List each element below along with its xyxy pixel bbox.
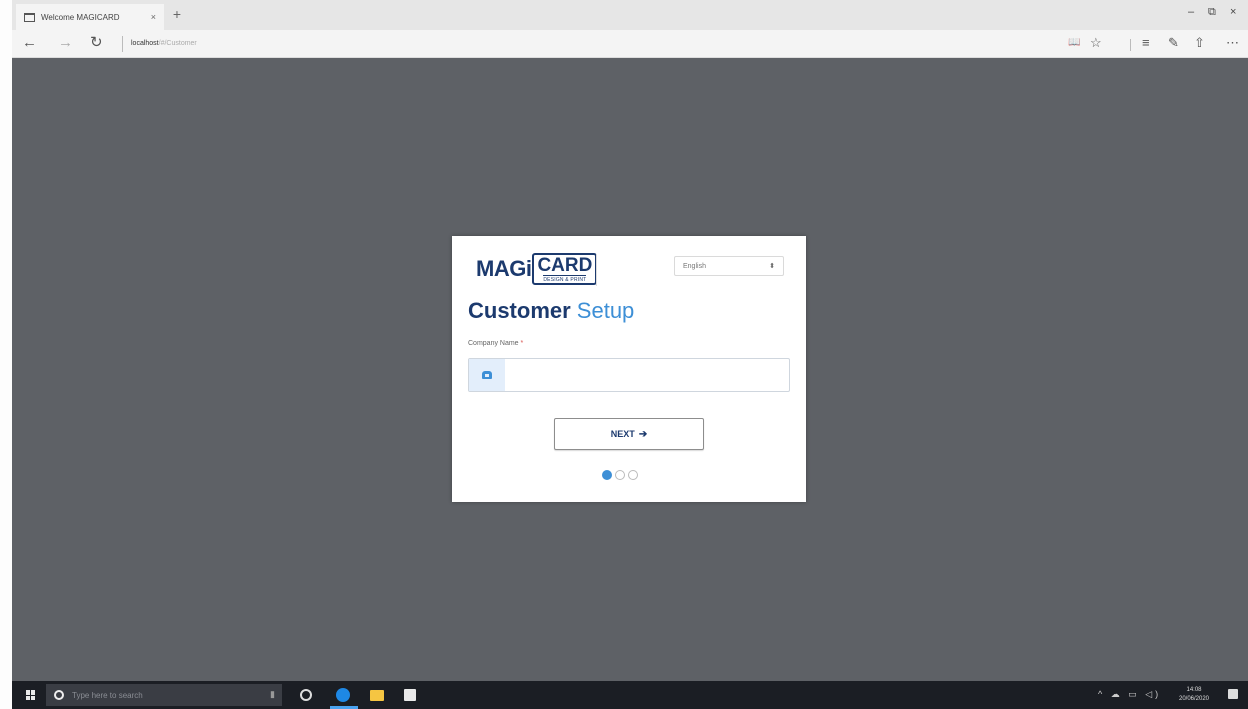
browser-window: Welcome MAGICARD × + – ⧉ × ← → ↻ localho… (12, 0, 1248, 709)
forward-button[interactable]: → (58, 35, 73, 51)
clock-date: 20/06/2020 (1178, 696, 1210, 702)
refresh-button[interactable]: ↻ (90, 35, 103, 51)
web-note-icon[interactable]: ✎ (1168, 35, 1179, 51)
step-indicator (602, 470, 638, 480)
toolbar-divider (1130, 39, 1131, 51)
hub-icon[interactable]: ≡ (1142, 35, 1150, 51)
share-icon[interactable]: ⇧ (1194, 35, 1205, 51)
notification-icon[interactable] (1228, 689, 1238, 699)
company-name-label-text: Company Name (468, 340, 519, 347)
language-value: English (683, 262, 706, 270)
magicard-logo: MAGi CARD DESIGN & PRINT (476, 248, 598, 290)
maximize-button[interactable]: ⧉ (1208, 6, 1216, 19)
logo-subtitle: DESIGN & PRINT (543, 275, 587, 283)
title-bold: Customer (468, 298, 571, 323)
required-asterisk: * (520, 340, 524, 347)
windows-start-icon[interactable] (26, 690, 36, 700)
customer-setup-card: MAGi CARD DESIGN & PRINT English ⬍ Custo… (452, 236, 806, 502)
taskbar-clock[interactable]: 14:08 20/06/2020 (1174, 686, 1214, 704)
logo-magi-text: MAGi (476, 256, 532, 281)
microphone-icon[interactable]: ▮ (270, 689, 275, 700)
more-icon[interactable]: ⋯ (1226, 35, 1239, 51)
language-select[interactable]: English ⬍ (674, 256, 784, 276)
page-icon (24, 12, 35, 22)
system-tray-icons[interactable]: ^ ☁ ▭ ◁) (1098, 689, 1161, 700)
step-dot-3 (628, 470, 638, 480)
next-button-label: NEXT (610, 429, 635, 439)
page-content: MAGi CARD DESIGN & PRINT English ⬍ Custo… (12, 58, 1248, 681)
taskbar-search-box[interactable]: Type here to search (46, 684, 282, 706)
page-title: Customer Setup (468, 298, 634, 324)
file-explorer-icon[interactable] (370, 690, 384, 701)
minimize-button[interactable]: – (1188, 6, 1194, 18)
close-window-button[interactable]: × (1230, 6, 1236, 18)
url-host: localhost (131, 40, 159, 47)
logo-card-text: CARD (537, 255, 593, 276)
select-arrow-icon: ⬍ (769, 263, 775, 270)
input-addon (469, 359, 505, 391)
title-light: Setup (570, 298, 635, 323)
new-tab-button[interactable]: + (168, 6, 186, 24)
reading-view-icon[interactable]: 📖 (1068, 35, 1080, 51)
cortana-icon (54, 690, 64, 700)
tab-close-icon[interactable]: × (151, 12, 156, 22)
company-name-input[interactable] (505, 359, 789, 391)
company-name-label: Company Name * (468, 340, 523, 347)
url-path: /#/Customer (158, 40, 197, 47)
search-placeholder: Type here to search (72, 690, 143, 700)
edge-browser-icon[interactable] (336, 688, 350, 702)
step-dot-1 (602, 470, 612, 480)
logo-card-box: CARD DESIGN & PRINT (532, 253, 598, 285)
step-dot-2 (615, 470, 625, 480)
windows-taskbar: Type here to search ▮ ^ ☁ ▭ ◁) 14:08 20/… (12, 681, 1248, 709)
next-button[interactable]: NEXT ➔ (554, 418, 704, 450)
clock-time: 14:08 (1186, 687, 1202, 693)
back-button[interactable]: ← (22, 35, 37, 51)
building-icon (482, 371, 492, 379)
url-field[interactable]: localhost/#/Customer (122, 36, 1062, 52)
company-name-input-group (468, 358, 790, 392)
store-icon[interactable] (404, 689, 416, 701)
task-view-icon[interactable] (300, 689, 312, 701)
favorite-star-icon[interactable]: ☆ (1090, 35, 1102, 51)
tab-welcome[interactable]: Welcome MAGICARD × (16, 4, 164, 30)
arrow-right-icon: ➔ (638, 428, 648, 440)
tab-bar: Welcome MAGICARD × + – ⧉ × (12, 0, 1248, 30)
logo-divider (596, 254, 597, 286)
address-bar-row: ← → ↻ localhost/#/Customer 📖 ☆ ≡ ✎ ⇧ ⋯ (12, 30, 1248, 58)
tab-title: Welcome MAGICARD (41, 12, 120, 22)
